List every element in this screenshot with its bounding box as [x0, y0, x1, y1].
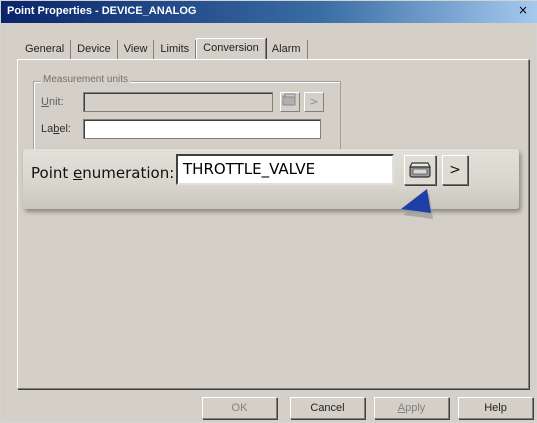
apply-button[interactable]: Apply [374, 397, 449, 419]
help-button[interactable]: Help [458, 397, 533, 419]
window-title: Point Properties - DEVICE_ANALOG [7, 5, 197, 17]
label-label: Label: [41, 123, 71, 135]
point-enumeration-browse-button[interactable] [404, 155, 436, 185]
unit-field[interactable] [83, 92, 273, 112]
point-enumeration-label: Point enumeration: [31, 164, 175, 182]
point-enumeration-input[interactable]: THROTTLE_VALVE [176, 154, 394, 185]
tab-view[interactable]: View [118, 40, 155, 59]
tab-device[interactable]: Device [71, 40, 118, 59]
unit-arrow-button[interactable]: > [304, 92, 324, 112]
tab-alarm[interactable]: Alarm [266, 40, 308, 59]
tab-conversion[interactable]: Conversion [196, 38, 266, 60]
tab-general[interactable]: General [19, 40, 72, 59]
close-icon[interactable]: × [516, 3, 530, 19]
title-bar: Point Properties - DEVICE_ANALOG [1, 1, 537, 23]
dialog-window: Point Properties - DEVICE_ANALOG × Gener… [0, 0, 537, 423]
pointer-arrow-icon [401, 189, 433, 219]
cancel-button[interactable]: Cancel [290, 397, 365, 419]
point-enumeration-arrow-button[interactable]: > [442, 155, 468, 185]
measurement-units-legend: Measurement units [41, 74, 131, 85]
tab-limits[interactable]: Limits [154, 40, 197, 59]
tab-strip: General Device View Limits Conversion Al… [19, 37, 308, 60]
label-field[interactable] [83, 119, 321, 139]
folder-browse-icon [409, 162, 431, 178]
ok-button[interactable]: OK [202, 397, 277, 419]
unit-label: Unit: [41, 96, 64, 108]
unit-browse-button[interactable] [280, 92, 300, 112]
folder-browse-icon [282, 93, 296, 106]
